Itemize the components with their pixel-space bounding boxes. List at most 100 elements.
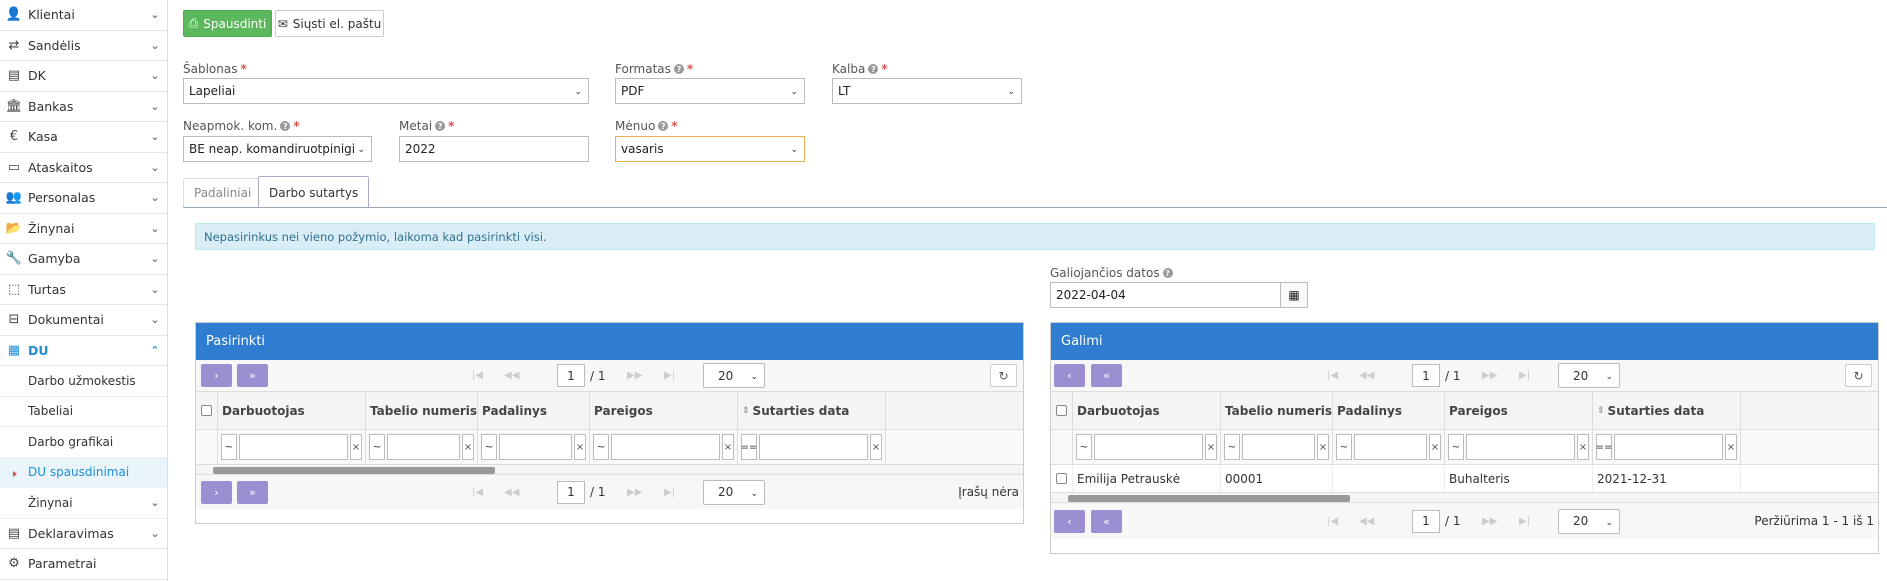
column-header[interactable]: Darbuotojas: [1073, 392, 1221, 429]
filter-operator[interactable]: ~: [369, 434, 385, 460]
column-header[interactable]: ⇕ Sutarties data: [1593, 392, 1741, 429]
row-checkbox[interactable]: [1056, 473, 1067, 484]
sidebar-item-klientai[interactable]: 👤 Klientai ⌄: [0, 0, 167, 31]
horizontal-scrollbar[interactable]: [1051, 493, 1878, 503]
clear-filter-icon[interactable]: ×: [722, 434, 734, 460]
filter-input[interactable]: [499, 434, 572, 460]
clear-filter-icon[interactable]: ×: [1205, 434, 1217, 460]
filter-input[interactable]: [1354, 434, 1427, 460]
page-input[interactable]: 1: [557, 364, 585, 387]
filter-input[interactable]: [1094, 434, 1203, 460]
clear-filter-icon[interactable]: ×: [574, 434, 586, 460]
filter-input[interactable]: [387, 434, 460, 460]
table-row[interactable]: Emilija Petrauskė 00001 Buhalteris 2021-12-…: [1051, 465, 1878, 493]
clear-filter-icon[interactable]: ×: [1429, 434, 1441, 460]
column-header[interactable]: Darbuotojas: [218, 392, 366, 429]
last-page-icon[interactable]: ▶|: [1519, 370, 1530, 381]
sidebar-subitem-darbo-uzmokestis[interactable]: Darbo užmokestis: [0, 366, 167, 397]
print-button[interactable]: ⎙ Spausdinti: [183, 10, 272, 37]
year-input[interactable]: 2022: [399, 136, 589, 162]
sidebar-item-ataskaitos[interactable]: ▭ Ataskaitos ⌄: [0, 153, 167, 183]
move-left-button[interactable]: ‹: [1054, 364, 1085, 387]
filter-operator[interactable]: ~: [593, 434, 609, 460]
filter-input[interactable]: [1614, 434, 1723, 460]
help-icon[interactable]: ?: [435, 121, 446, 131]
next-page-icon[interactable]: ▶▶: [1482, 370, 1497, 381]
filter-operator[interactable]: ==: [1596, 434, 1612, 460]
calendar-button[interactable]: ▦: [1280, 282, 1308, 308]
select-all-checkbox[interactable]: [201, 405, 212, 416]
column-header[interactable]: Pareigos: [590, 392, 738, 429]
sidebar-item-bankas[interactable]: 🏛 Bankas ⌄: [0, 92, 167, 122]
column-header[interactable]: Tabelio numeris: [366, 392, 478, 429]
validity-date-input[interactable]: 2022-04-04: [1050, 282, 1281, 308]
next-page-icon[interactable]: ▶▶: [627, 370, 642, 381]
format-select[interactable]: PDF ⌄: [615, 78, 805, 104]
prev-page-icon[interactable]: ◀◀: [1359, 370, 1374, 381]
refresh-button[interactable]: ↻: [1845, 364, 1872, 387]
move-left-button[interactable]: ‹: [1054, 509, 1085, 533]
filter-input[interactable]: [1466, 434, 1575, 460]
sidebar-subitem-darbo-grafikai[interactable]: Darbo grafikai: [0, 427, 167, 458]
help-icon[interactable]: ?: [868, 64, 879, 74]
prev-page-icon[interactable]: ◀◀: [504, 487, 519, 498]
page-size-select[interactable]: 20 ⌄: [1558, 363, 1620, 388]
sidebar-item-gamyba[interactable]: 🔧 Gamyba ⌄: [0, 244, 167, 275]
clear-filter-icon[interactable]: ×: [1317, 434, 1329, 460]
sidebar-item-du[interactable]: ▦ DU ⌃: [0, 336, 167, 366]
page-input[interactable]: 1: [1412, 364, 1440, 387]
sidebar-item-deklaravimas[interactable]: ▤ Deklaravimas ⌄: [0, 519, 167, 549]
sidebar-item-dk[interactable]: ▤ DK ⌄: [0, 61, 167, 92]
scrollbar-thumb[interactable]: [213, 467, 495, 474]
filter-operator[interactable]: ~: [481, 434, 497, 460]
move-all-left-button[interactable]: «: [1091, 509, 1122, 533]
sidebar-item-dokumentai[interactable]: ⊟ Dokumentai ⌄: [0, 305, 167, 336]
next-page-icon[interactable]: ▶▶: [1482, 516, 1497, 527]
first-page-icon[interactable]: |◀: [1327, 516, 1338, 527]
sidebar-item-parametrai[interactable]: ⚙ Parametrai: [0, 549, 167, 580]
sidebar-subitem-tabeliai[interactable]: Tabeliai: [0, 397, 167, 427]
scrollbar-thumb[interactable]: [1068, 495, 1350, 502]
move-all-right-button[interactable]: »: [237, 364, 268, 387]
column-header[interactable]: ⇕ Sutarties data: [738, 392, 886, 429]
next-page-icon[interactable]: ▶▶: [627, 487, 642, 498]
filter-operator[interactable]: ~: [1448, 434, 1464, 460]
sidebar-item-personalas[interactable]: 👥 Personalas ⌄: [0, 183, 167, 214]
clear-filter-icon[interactable]: ×: [462, 434, 474, 460]
filter-input[interactable]: [239, 434, 348, 460]
clear-filter-icon[interactable]: ×: [350, 434, 362, 460]
help-icon[interactable]: ?: [658, 121, 669, 131]
email-button[interactable]: ✉ Siųsti el. paštu: [275, 10, 384, 37]
clear-filter-icon[interactable]: ×: [870, 434, 882, 460]
filter-input[interactable]: [1242, 434, 1315, 460]
move-all-left-button[interactable]: «: [1091, 364, 1122, 387]
template-select[interactable]: Lapeliai ⌄: [183, 78, 589, 104]
filter-operator[interactable]: ~: [221, 434, 237, 460]
first-page-icon[interactable]: |◀: [472, 487, 483, 498]
filter-operator[interactable]: ~: [1224, 434, 1240, 460]
select-all-checkbox[interactable]: [1056, 405, 1067, 416]
sidebar-item-kasa[interactable]: € Kasa ⌄: [0, 122, 167, 153]
clear-filter-icon[interactable]: ×: [1725, 434, 1737, 460]
sidebar-subitem-du-spausdinimai[interactable]: DU spausdinimai: [0, 457, 167, 488]
filter-input[interactable]: [611, 434, 720, 460]
filter-input[interactable]: [759, 434, 868, 460]
sort-icon[interactable]: ⇕: [1597, 406, 1605, 416]
page-size-select[interactable]: 20 ⌄: [1558, 508, 1620, 534]
sidebar-item-turtas[interactable]: ⬚ Turtas ⌄: [0, 275, 167, 305]
move-right-button[interactable]: ›: [201, 364, 232, 387]
help-icon[interactable]: ?: [1162, 268, 1173, 278]
sort-icon[interactable]: ⇕: [742, 406, 750, 416]
prev-page-icon[interactable]: ◀◀: [504, 370, 519, 381]
page-input[interactable]: 1: [1412, 509, 1440, 533]
last-page-icon[interactable]: ▶|: [1519, 516, 1530, 527]
unpaid-comm-select[interactable]: BE neap. komandiruotpinigių ⌄: [183, 136, 372, 162]
filter-operator[interactable]: ==: [741, 434, 757, 460]
move-right-button[interactable]: ›: [201, 480, 232, 504]
clear-filter-icon[interactable]: ×: [1577, 434, 1589, 460]
column-header[interactable]: Tabelio numeris: [1221, 392, 1333, 429]
page-size-select[interactable]: 20 ⌄: [703, 363, 765, 388]
column-header[interactable]: Padalinys: [478, 392, 590, 429]
last-page-icon[interactable]: ▶|: [664, 370, 675, 381]
move-all-right-button[interactable]: »: [237, 480, 268, 504]
